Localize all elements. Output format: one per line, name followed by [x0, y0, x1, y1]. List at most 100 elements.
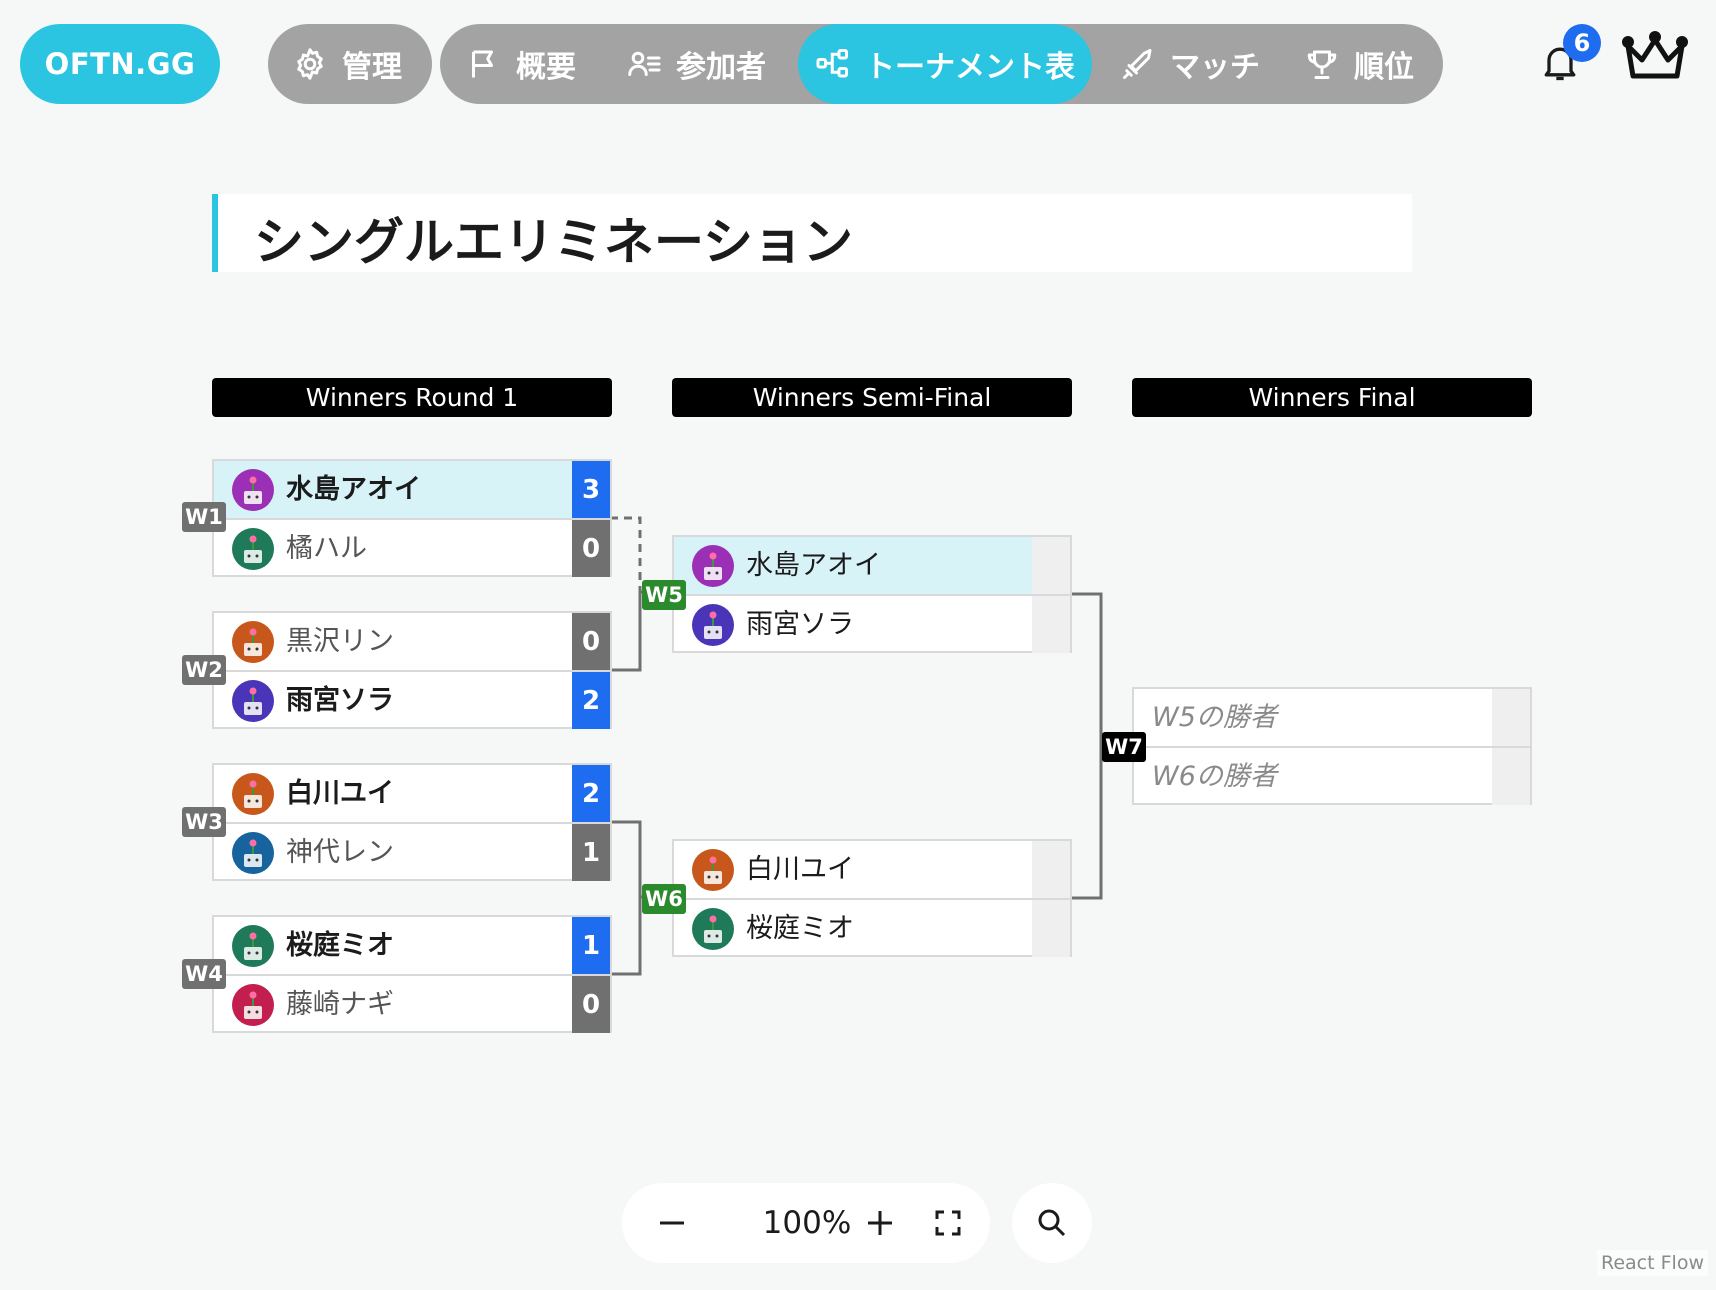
player-name: 藤崎ナギ: [286, 989, 394, 1020]
match-row[interactable]: W6の勝者: [1134, 748, 1530, 805]
round-header-semi: Winners Semi-Final: [672, 378, 1072, 417]
fit-view-button[interactable]: [918, 1183, 978, 1263]
nav-item-bracket[interactable]: トーナメント表: [798, 24, 1092, 104]
player-score: [1032, 537, 1070, 594]
match-row[interactable]: 桜庭ミオ: [674, 900, 1070, 957]
match-label-w3: W3: [182, 807, 226, 837]
match-row[interactable]: 雨宮ソラ 2: [214, 672, 610, 729]
trophy-icon: [1307, 50, 1337, 79]
match-w1[interactable]: 水島アオイ 3 橘ハル 0: [212, 459, 612, 577]
match-row[interactable]: 水島アオイ: [674, 537, 1070, 596]
match-w7[interactable]: W5の勝者 W6の勝者: [1132, 687, 1532, 805]
nav-label-overview: 概要: [516, 50, 576, 85]
nav-label-bracket: トーナメント表: [865, 50, 1075, 85]
player-score: [1032, 900, 1070, 957]
search-button[interactable]: [1012, 1183, 1092, 1263]
page-title: シングルエリミネーション: [254, 213, 853, 271]
avatar: [232, 621, 274, 663]
avatar: [232, 469, 274, 511]
avatar: [692, 908, 734, 950]
crown-icon[interactable]: [1622, 30, 1688, 86]
round-header-r1: Winners Round 1: [212, 378, 612, 417]
avatar: [692, 545, 734, 587]
match-w4[interactable]: 桜庭ミオ 1 藤崎ナギ 0: [212, 915, 612, 1033]
bracket-icon: [816, 49, 848, 78]
participants-icon: [628, 51, 661, 76]
nav-item-matches[interactable]: マッチ: [1120, 24, 1260, 104]
player-name: 白川ユイ: [746, 854, 854, 885]
match-label-w2: W2: [182, 655, 226, 685]
player-name: 白川ユイ: [286, 778, 394, 809]
nav-label-admin: 管理: [342, 50, 402, 85]
avatar: [232, 773, 274, 815]
match-w6[interactable]: 白川ユイ 桜庭ミオ: [672, 839, 1072, 957]
match-row[interactable]: 白川ユイ: [674, 841, 1070, 900]
zoom-controls: 100%: [622, 1183, 990, 1263]
bracket-title-box: シングルエリミネーション: [212, 194, 1412, 272]
minus-icon: [660, 1221, 684, 1225]
zoom-out-button[interactable]: [642, 1183, 702, 1263]
avatar: [692, 604, 734, 646]
nav-label-matches: マッチ: [1170, 50, 1260, 85]
match-row[interactable]: 水島アオイ 3: [214, 461, 610, 520]
player-score: [1492, 748, 1530, 805]
player-name: 雨宮ソラ: [746, 609, 854, 640]
react-flow-attribution[interactable]: React Flow: [1597, 1250, 1708, 1276]
player-score: 1: [572, 824, 610, 881]
avatar: [232, 984, 274, 1026]
match-row[interactable]: 神代レン 1: [214, 824, 610, 881]
player-score: 0: [572, 613, 610, 670]
placeholder-name: W5の勝者: [1152, 702, 1277, 733]
match-label-w4: W4: [182, 959, 226, 989]
match-row[interactable]: W5の勝者: [1134, 689, 1530, 748]
connector-w5-w7: [1070, 592, 1132, 748]
nav-item-standings[interactable]: 順位: [1304, 24, 1414, 104]
logo[interactable]: OFTN.GG: [20, 24, 220, 104]
player-name: 桜庭ミオ: [286, 930, 394, 961]
sword-icon: [1123, 49, 1152, 79]
avatar: [232, 680, 274, 722]
player-name: 水島アオイ: [286, 474, 421, 505]
match-row[interactable]: 橘ハル 0: [214, 520, 610, 577]
match-row[interactable]: 藤崎ナギ 0: [214, 976, 610, 1033]
match-w2[interactable]: 黒沢リン 0 雨宮ソラ 2: [212, 611, 612, 729]
player-score: [1492, 689, 1530, 746]
player-name: 橘ハル: [286, 533, 367, 564]
player-score: 0: [572, 520, 610, 577]
player-score: 1: [572, 917, 610, 974]
avatar: [692, 849, 734, 891]
player-name: 桜庭ミオ: [746, 913, 854, 944]
avatar: [232, 528, 274, 570]
player-name: 雨宮ソラ: [286, 685, 394, 716]
player-score: 0: [572, 976, 610, 1033]
connector-w4-w6: [610, 897, 642, 976]
notification-badge: 6: [1563, 24, 1601, 62]
match-w3[interactable]: 白川ユイ 2 神代レン 1: [212, 763, 612, 881]
player-score: 3: [572, 461, 610, 518]
match-row[interactable]: 桜庭ミオ 1: [214, 917, 610, 976]
nav-label-standings: 順位: [1354, 50, 1414, 85]
connector-w2-w5: [610, 592, 642, 672]
nav-label-participants: 参加者: [676, 50, 766, 85]
player-score: [1032, 841, 1070, 898]
match-w5[interactable]: 水島アオイ 雨宮ソラ: [672, 535, 1072, 653]
match-label-w7: W7: [1102, 732, 1146, 762]
player-score: [1032, 596, 1070, 653]
nav-item-admin[interactable]: 管理: [292, 24, 402, 104]
gear-icon: [297, 48, 323, 80]
match-row[interactable]: 白川ユイ 2: [214, 765, 610, 824]
avatar: [232, 925, 274, 967]
nav-item-overview[interactable]: 概要: [466, 24, 576, 104]
plus-icon: [868, 1211, 892, 1235]
round-header-final: Winners Final: [1132, 378, 1532, 417]
zoom-in-button[interactable]: [850, 1183, 910, 1263]
fit-view-icon: [935, 1210, 961, 1236]
match-row[interactable]: 雨宮ソラ: [674, 596, 1070, 653]
player-name: 水島アオイ: [746, 550, 881, 581]
player-name: 神代レン: [286, 837, 394, 868]
match-label-w5: W5: [642, 580, 686, 610]
flag-icon: [472, 50, 493, 78]
match-row[interactable]: 黒沢リン 0: [214, 613, 610, 672]
match-label-w6: W6: [642, 884, 686, 914]
nav-item-participants[interactable]: 参加者: [626, 24, 766, 104]
